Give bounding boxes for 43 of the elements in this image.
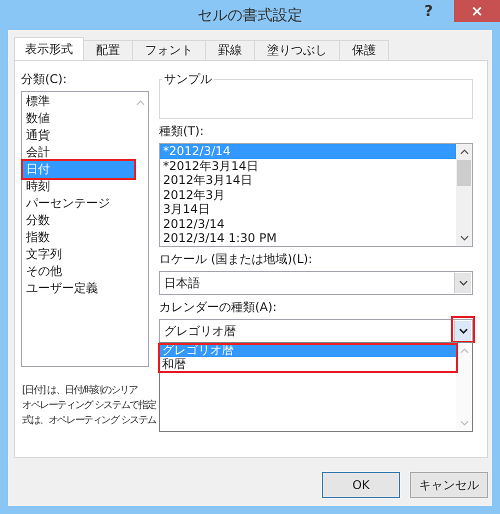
close-button[interactable]: × — [454, 0, 500, 22]
type-item[interactable]: 2012/3/14 — [160, 216, 456, 231]
description-text: オペレーティング システムで指定 — [22, 398, 156, 413]
category-item[interactable]: 文字列 — [23, 246, 134, 263]
category-item[interactable]: その他 — [23, 263, 134, 280]
type-item[interactable]: 2012/3/14 1:30 PM — [160, 231, 456, 246]
category-item[interactable]: 分数 — [23, 212, 134, 229]
category-item[interactable]: 指数 — [23, 229, 134, 246]
category-label: 分類(C): — [21, 71, 68, 88]
window-title: セルの書式設定 — [198, 6, 302, 24]
category-list[interactable]: 標準 数値 通貨 会計 日付 時刻 パーセンテージ 分数 指数 文字列 その他 ユーザー定義 — [21, 91, 149, 367]
chevron-down-icon — [458, 328, 468, 334]
category-item[interactable]: 標準 — [23, 93, 134, 110]
type-item[interactable]: 2012年3月 — [160, 188, 456, 202]
type-item[interactable]: 2012年3月14日 — [160, 173, 456, 188]
scroll-up-icon[interactable] — [460, 149, 468, 155]
scroll-thumb[interactable] — [457, 160, 471, 186]
category-item[interactable]: 時刻 — [23, 178, 134, 195]
dialog-button[interactable]: OK — [322, 472, 400, 498]
locale-label: ロケール (国または地域)(L): — [159, 251, 314, 268]
description-text: 式は、オペレーティング システム — [22, 414, 156, 428]
category-item[interactable]: ユーザー定義 — [23, 280, 134, 297]
scrollbar[interactable] — [456, 144, 472, 246]
tab[interactable]: 表示形式 — [14, 37, 84, 60]
category-item[interactable]: パーセンテージ — [23, 195, 134, 212]
type-label: 種類(T): — [159, 123, 205, 140]
type-item[interactable]: *2012年3月14日 — [160, 158, 456, 173]
calendar-dropdown[interactable]: グレゴリオ暦 — [159, 319, 473, 343]
type-item[interactable]: 3月14日 — [160, 202, 456, 216]
locale-dropdown[interactable]: 日本語 — [159, 271, 473, 295]
category-item[interactable]: 会計 — [23, 144, 134, 161]
category-item[interactable]: 通貨 — [23, 127, 134, 144]
category-item[interactable]: 数値 — [23, 110, 134, 127]
scroll-down-icon[interactable] — [460, 235, 468, 241]
help-button[interactable]: ? — [420, 2, 437, 20]
calendar-option[interactable]: 和暦 — [160, 357, 456, 371]
calendar-label: カレンダーの種類(A): — [159, 299, 278, 316]
chevron-down-icon — [458, 280, 468, 286]
tab[interactable]: 保護 — [339, 40, 389, 60]
description-text: [日付] は、日付/時刻のシリア — [22, 384, 138, 398]
sample-label: サンプル — [162, 71, 214, 88]
type-list[interactable]: *2012/3/14 *2012年3月14日 2012年3月14日 2012年3月 3月14日 2012/3/14 2012/3/14 1:30 PM — [159, 143, 473, 247]
dialog-button[interactable]: キャンセル — [410, 472, 488, 498]
